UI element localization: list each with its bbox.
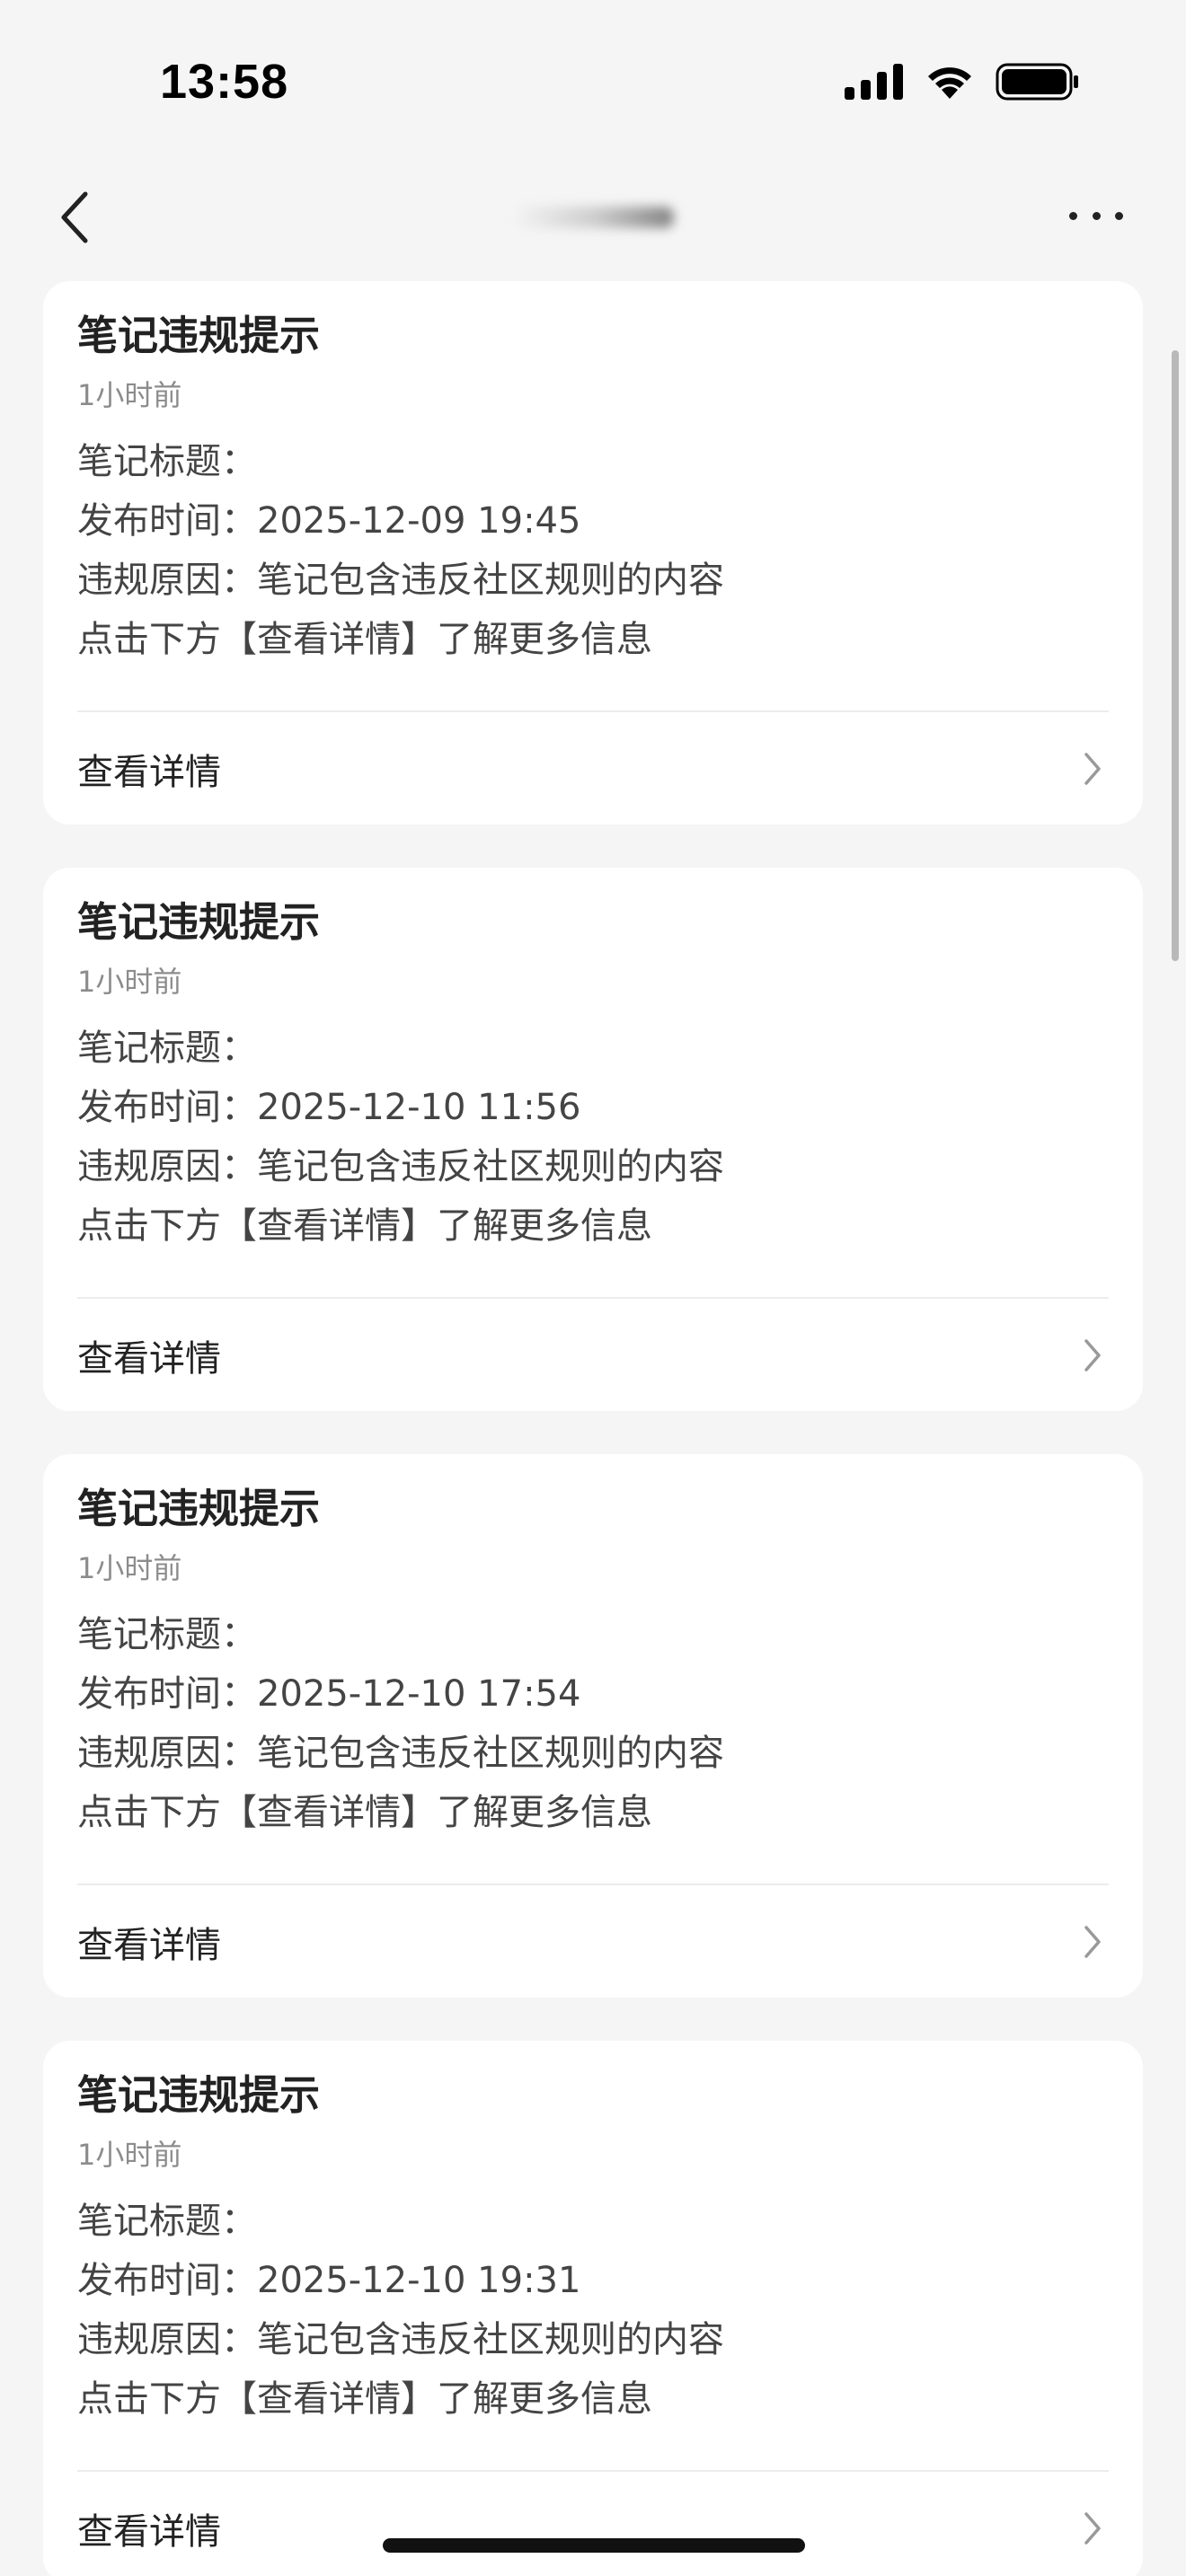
status-bar: 13:58 — [0, 0, 1186, 162]
card-hint: 点击下方【查看详情】了解更多信息 — [77, 1792, 652, 1833]
card-publish-time: 发布时间：2025-12-10 17:54 — [77, 1673, 581, 1715]
back-button[interactable] — [43, 181, 106, 253]
nav-title-obscured — [512, 207, 674, 228]
card-title: 笔记违规提示 — [77, 1485, 321, 1532]
status-time: 13:58 — [160, 55, 289, 109]
card-publish-time: 发布时间：2025-12-10 19:31 — [77, 2260, 581, 2301]
card-publish-time: 发布时间：2025-12-10 11:56 — [77, 1087, 581, 1128]
chevron-right-icon — [1076, 1337, 1109, 1373]
wifi-icon — [924, 63, 976, 104]
card-violation-reason: 违规原因：笔记包含违反社区规则的内容 — [77, 560, 724, 601]
card-violation-reason: 违规原因：笔记包含违反社区规则的内容 — [77, 1146, 724, 1187]
view-details-button[interactable]: 查看详情 — [43, 1885, 1143, 1998]
card-hint: 点击下方【查看详情】了解更多信息 — [77, 2378, 652, 2420]
card-note-title: 笔记标题： — [77, 2201, 257, 2242]
card-violation-reason: 违规原因：笔记包含违反社区规则的内容 — [77, 2319, 724, 2360]
view-details-label: 查看详情 — [77, 1337, 221, 1380]
card-note-title: 笔记标题： — [77, 441, 257, 482]
card-hint: 点击下方【查看详情】了解更多信息 — [77, 1205, 652, 1247]
card-violation-reason: 违规原因：笔记包含违反社区规则的内容 — [77, 1733, 724, 1774]
card-time-ago: 1小时前 — [77, 378, 182, 412]
card-time-ago: 1小时前 — [77, 965, 182, 999]
scrollbar[interactable] — [1172, 350, 1179, 961]
view-details-label: 查看详情 — [77, 2510, 221, 2553]
chevron-left-icon — [61, 191, 88, 243]
notification-card: 笔记违规提示 1小时前 笔记标题： 发布时间：2025-12-10 19:31 … — [43, 2041, 1143, 2576]
more-dot — [1115, 211, 1123, 220]
view-details-button[interactable]: 查看详情 — [43, 712, 1143, 825]
chevron-right-icon — [1076, 751, 1109, 787]
chevron-right-icon — [1076, 1924, 1109, 1960]
more-button[interactable] — [1069, 198, 1123, 234]
chevron-right-icon — [1076, 2510, 1109, 2546]
notification-card: 笔记违规提示 1小时前 笔记标题： 发布时间：2025-12-10 11:56 … — [43, 868, 1143, 1411]
notification-screen: 13:58 笔记违规提示 1小时前 笔记标题： 发布时间：2025-12-09 … — [0, 0, 1186, 2576]
card-title: 笔记违规提示 — [77, 898, 321, 946]
notification-list: 笔记违规提示 1小时前 笔记标题： 发布时间：2025-12-09 19:45 … — [43, 281, 1143, 2576]
card-time-ago: 1小时前 — [77, 2138, 182, 2172]
card-time-ago: 1小时前 — [77, 1551, 182, 1585]
notification-card: 笔记违规提示 1小时前 笔记标题： 发布时间：2025-12-10 17:54 … — [43, 1454, 1143, 1998]
view-details-label: 查看详情 — [77, 751, 221, 793]
view-details-label: 查看详情 — [77, 1924, 221, 1966]
home-indicator[interactable] — [383, 2538, 805, 2553]
battery-icon — [996, 63, 1080, 104]
card-hint: 点击下方【查看详情】了解更多信息 — [77, 619, 652, 660]
card-title: 笔记违规提示 — [77, 2071, 321, 2119]
more-dot — [1069, 211, 1077, 220]
card-publish-time: 发布时间：2025-12-09 19:45 — [77, 500, 581, 542]
card-note-title: 笔记标题： — [77, 1614, 257, 1655]
card-note-title: 笔记标题： — [77, 1028, 257, 1069]
card-title: 笔记违规提示 — [77, 312, 321, 359]
more-dot — [1092, 211, 1101, 220]
cellular-signal-icon — [845, 64, 904, 103]
view-details-button[interactable]: 查看详情 — [43, 1299, 1143, 1411]
notification-card: 笔记违规提示 1小时前 笔记标题： 发布时间：2025-12-09 19:45 … — [43, 281, 1143, 825]
status-icons — [845, 63, 1080, 104]
view-details-button[interactable]: 查看详情 — [43, 2472, 1143, 2576]
navigation-bar — [0, 162, 1186, 278]
